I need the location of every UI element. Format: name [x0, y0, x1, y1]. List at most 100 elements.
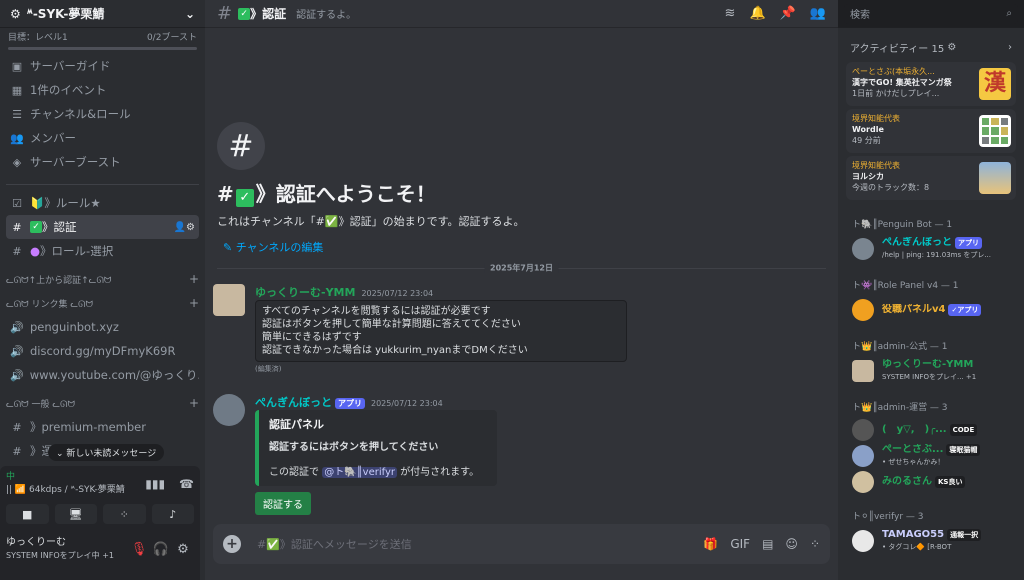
member-name: ゆっくりーむ-YMM — [882, 359, 974, 370]
member-tag: ✓アプリ — [948, 304, 982, 316]
message-author[interactable]: ぺんぎんぼっと — [255, 396, 332, 409]
avatar — [852, 445, 874, 467]
activity-game: Wordle — [852, 125, 884, 134]
activity-card[interactable]: ぺーとさぶ(本垢永久... 漢字でGO! 集英社マンガ祭 1日前 かけだしプレイ… — [846, 62, 1016, 106]
activities-icon[interactable]: ⁘ — [103, 504, 146, 524]
nav-server-boost[interactable]: ◈ サーバーブースト — [6, 150, 199, 174]
member-tag: 寝眠猫帽 — [946, 444, 981, 456]
category-verify[interactable]: ᓚᘏᗢ↑上から認証↑ᓚᘏᗢ + — [0, 267, 205, 291]
gif-icon[interactable]: GIF — [730, 537, 750, 551]
apps-icon[interactable]: ⁘ — [810, 537, 820, 551]
search-icon: ⌕ — [1006, 8, 1012, 19]
server-name: ᔿ-SYK-夢栗鯖 — [26, 7, 105, 21]
calendar-icon: ▦ — [11, 83, 23, 97]
message-author[interactable]: ゆっくりーむ-YMM — [255, 286, 355, 299]
edit-channel-link[interactable]: ✎ チャンネルの編集 — [223, 239, 524, 255]
app-badge: アプリ — [335, 398, 365, 409]
activity-user: 境界知能代表 — [852, 114, 900, 123]
member-item[interactable]: ぺーとさぶ... 寝眠猫帽 • ぜせちゃんかみ！ — [838, 443, 1024, 469]
voice-channel-info[interactable]: || 📶 64kdps / ᔿ-SYK-夢栗鯖 — [6, 485, 125, 495]
avatar — [852, 530, 874, 552]
check-emoji-icon: ✓ — [235, 189, 254, 207]
message-timestamp: 2025/07/12 23:04 — [371, 399, 443, 408]
chevron-down-icon[interactable]: ⌄ — [185, 7, 195, 21]
disconnect-icon[interactable]: ☎ — [179, 477, 194, 491]
check-emoji-icon: ✓ — [30, 221, 42, 233]
member-list-icon[interactable]: 👥 — [810, 6, 826, 21]
member-tag: アプリ — [955, 237, 982, 249]
gift-icon[interactable]: 🎁 — [703, 537, 718, 551]
message-line: すべてのチャンネルを閲覧するには認証が必要です — [262, 306, 491, 317]
channel-rules[interactable]: ☑ 🔰》ルール★ — [6, 191, 199, 215]
channel-premium[interactable]: # 》premium-member — [6, 415, 199, 439]
channel-topic[interactable]: 認証するよ。 — [296, 6, 356, 21]
server-header[interactable]: ⚙ ᔿ-SYK-夢栗鯖 ⌄ — [0, 0, 205, 28]
add-attachment-icon[interactable]: + — [223, 535, 241, 553]
guide-icon: ▣ — [11, 59, 23, 73]
channel-role-select[interactable]: # ● 》ロール-選択 — [6, 239, 199, 263]
threads-icon[interactable]: ≋ — [725, 6, 736, 21]
member-tag: CODE — [949, 424, 978, 436]
channel-link-penguinbot[interactable]: 🔊 penguinbot.xyz — [6, 315, 199, 339]
new-unread-messages-pill[interactable]: ⌄ 新しい未読メッセージ — [48, 444, 165, 461]
member-item[interactable]: ゆっくりーむ-YMM SYSTEM INFOをプレイ... +1 — [838, 356, 1024, 386]
message[interactable]: ぺんぎんぼっと アプリ 2025/07/12 23:04 認証パネル 認証するにはボ… — [213, 394, 633, 518]
boost-progress[interactable]: 目標：レベル1 0/2ブースト — [0, 28, 205, 50]
role-mention[interactable]: @ト🐘║verifyr — [322, 467, 397, 478]
channel-link-discord[interactable]: 🔊 discord.gg/myDFmyK69R — [6, 339, 199, 363]
activity-game: 漢字でGO! 集英社マンガ祭 — [852, 78, 952, 87]
avatar — [852, 238, 874, 260]
category-label: ᓚᘏᗢ 一般 ᓚᘏᗢ — [6, 399, 75, 410]
member-item[interactable]: TAMAGO55 通報一択 • タグコレ🔶 [R-BOT — [838, 526, 1024, 556]
nav-channels-roles[interactable]: ☰ チャンネル&ロール — [6, 102, 199, 126]
soundboard-icon[interactable]: ♪ — [151, 504, 194, 524]
nav-events[interactable]: ▦ 1件のイベント — [6, 78, 199, 102]
user-panel: 中 || 📶 64kdps / ᔿ-SYK-夢栗鯖 ▮▮▮ ☎ ■ 🖥 ⁘ ♪ ゆ… — [0, 466, 200, 580]
member-item[interactable]: (￣y▽,￣)╭... CODE — [838, 417, 1024, 443]
verify-button[interactable]: 認証する — [255, 492, 311, 515]
add-channel-icon[interactable]: + — [189, 296, 199, 310]
bell-icon[interactable]: 🔔 — [749, 6, 765, 21]
category-general[interactable]: ᓚᘏᗢ 一般 ᓚᘏᗢ + — [0, 391, 205, 415]
hash-icon: # — [12, 244, 22, 258]
category-links[interactable]: ᓚᘏᗢ リンク集 ᓚᘏᗢ + — [0, 291, 205, 315]
hash-icon: # — [217, 3, 233, 24]
add-channel-icon[interactable]: + — [189, 396, 199, 410]
sticker-icon[interactable]: ▤ — [762, 537, 773, 551]
gear-icon[interactable]: ⚙ — [172, 542, 194, 557]
invite-settings-icon[interactable]: 👤⚙ — [174, 222, 195, 233]
chevron-right-icon[interactable]: › — [1008, 42, 1012, 53]
camera-button[interactable]: ■ — [6, 504, 49, 524]
hash-icon: # — [217, 122, 265, 170]
pin-icon[interactable]: 📌 — [780, 6, 796, 21]
member-item[interactable]: みのるさん KS良い — [838, 469, 1024, 495]
add-channel-icon[interactable]: + — [189, 272, 199, 286]
emoji-icon[interactable]: ☺ — [785, 537, 798, 551]
welcome-title-prefix: # — [217, 182, 234, 206]
avatar[interactable] — [213, 394, 245, 426]
activity-sub: 49 分前 — [852, 136, 881, 145]
member-sidebar: 検索 ⌕ アクティビティー 15 ⚙ › ぺーとさぶ(本垢永久... 漢字でGO! … — [838, 0, 1024, 580]
wordle-thumbnail — [979, 115, 1011, 147]
search-bar: 検索 ⌕ — [838, 0, 1024, 28]
activity-card[interactable]: 境界知能代表 Wordle 49 分前 — [846, 109, 1016, 153]
channel-verify[interactable]: # ✓ 》認証 👤⚙ — [6, 215, 199, 239]
message-input[interactable]: #✅》認証へメッセージを送信 — [257, 536, 412, 552]
activity-header[interactable]: アクティビティー 15 ⚙ › — [838, 28, 1024, 59]
search-input[interactable]: 検索 ⌕ — [844, 3, 1018, 24]
nav-server-guide[interactable]: ▣ サーバーガイド — [6, 54, 199, 78]
message-line: 認証はボタンを押して簡単な計算問題に答えててください — [262, 319, 521, 330]
mute-mic-icon[interactable]: 🎙 — [128, 542, 150, 557]
member-item[interactable]: 役職パネルv4 ✓アプリ — [838, 295, 1024, 325]
activity-card[interactable]: 境界知能代表 ヨルシカ 今週のトラック数：8 — [846, 156, 1016, 200]
nav-members[interactable]: 👥 メンバー — [6, 126, 199, 150]
welcome-title-text: 》認証へようこそ！ — [255, 182, 436, 206]
member-item[interactable]: ぺんぎんぼっと アプリ/help | ping: 191.03ms をプレ... — [838, 234, 1024, 264]
avatar[interactable] — [213, 284, 245, 316]
message[interactable]: ゆっくりーむ-YMM 2025/07/12 23:04 すべてのチャンネルを閲覧す… — [213, 284, 633, 376]
noise-suppression-icon[interactable]: ▮▮▮ — [145, 477, 165, 491]
headphones-icon[interactable]: 🎧 — [150, 542, 172, 557]
channel-link-youtube[interactable]: 🔊 www.youtube.com/@ゆっくり... — [6, 363, 199, 387]
screen-share-icon[interactable]: 🖥 — [54, 504, 97, 524]
current-user[interactable]: ゆっくりーむ SYSTEM INFOをプレイ中 +1 🎙 🎧 ⚙ — [0, 526, 200, 562]
